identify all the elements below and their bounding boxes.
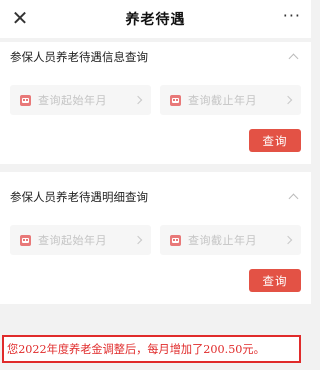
- date-range-row: 查询起始年月 查询截止年月: [10, 85, 301, 115]
- more-menu-icon[interactable]: ···: [283, 8, 301, 27]
- chevron-right-icon: [135, 95, 143, 105]
- calendar-icon: [170, 94, 181, 106]
- calendar-icon: [170, 234, 181, 246]
- section-header[interactable]: 参保人员养老待遇明细查询: [10, 182, 301, 212]
- pension-adjustment-notice: 您2022年度养老金调整后，每月增加了200.50元。: [2, 335, 301, 363]
- end-month-placeholder: 查询截止年月: [188, 94, 257, 107]
- calendar-icon: [20, 234, 31, 246]
- end-month-picker[interactable]: 查询截止年月: [160, 225, 301, 255]
- start-month-placeholder: 查询起始年月: [38, 94, 107, 107]
- chevron-right-icon: [135, 235, 143, 245]
- section-title: 参保人员养老待遇明细查询: [10, 190, 148, 204]
- section-title: 参保人员养老待遇信息查询: [10, 50, 148, 64]
- pension-detail-query-section: 参保人员养老待遇明细查询 查询起始年月 查询截止年月 查询: [0, 172, 311, 304]
- calendar-icon: [20, 94, 31, 106]
- pension-info-query-section: 参保人员养老待遇信息查询 查询起始年月 查询截止年月 查询: [0, 42, 311, 164]
- query-button[interactable]: 查询: [249, 129, 301, 152]
- start-month-picker[interactable]: 查询起始年月: [10, 85, 151, 115]
- query-button[interactable]: 查询: [249, 269, 301, 292]
- section-header[interactable]: 参保人员养老待遇信息查询: [10, 42, 301, 72]
- start-month-placeholder: 查询起始年月: [38, 234, 107, 247]
- chevron-right-icon: [285, 235, 293, 245]
- start-month-picker[interactable]: 查询起始年月: [10, 225, 151, 255]
- page-title: 养老待遇: [125, 12, 186, 28]
- end-month-picker[interactable]: 查询截止年月: [160, 85, 301, 115]
- chevron-right-icon: [285, 95, 293, 105]
- chevron-up-icon[interactable]: [287, 50, 301, 64]
- chevron-up-icon[interactable]: [287, 190, 301, 204]
- close-icon[interactable]: ✕: [8, 6, 32, 30]
- top-nav-bar: ✕ 养老待遇 ···: [0, 0, 311, 38]
- notice-text: 您2022年度养老金调整后，每月增加了200.50元。: [7, 343, 265, 356]
- end-month-placeholder: 查询截止年月: [188, 234, 257, 247]
- date-range-row: 查询起始年月 查询截止年月: [10, 225, 301, 255]
